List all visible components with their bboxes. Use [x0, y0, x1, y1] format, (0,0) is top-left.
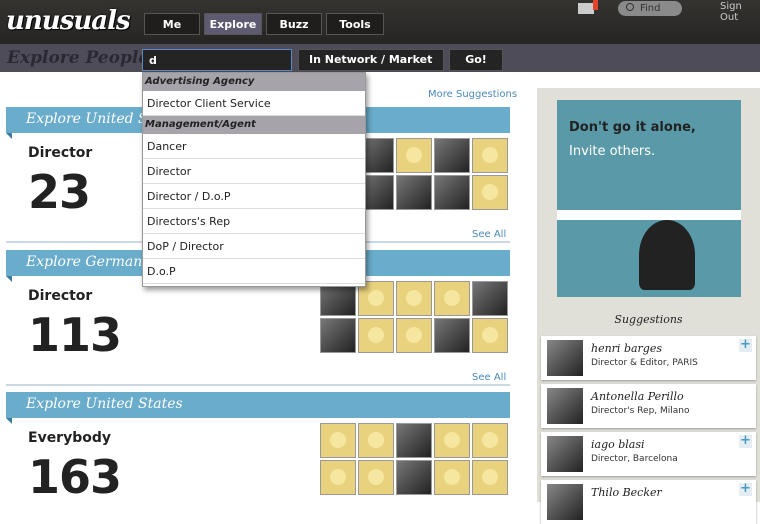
search-icon: [626, 3, 634, 11]
placeholder-avatar[interactable]: [472, 318, 508, 353]
person-photo[interactable]: [434, 318, 470, 353]
placeholder-avatar[interactable]: [320, 460, 356, 495]
placeholder-avatar[interactable]: [472, 460, 508, 495]
suggestion-name[interactable]: Thilo Becker: [591, 486, 662, 499]
section-count[interactable]: 113: [28, 308, 122, 362]
placeholder-avatar[interactable]: [358, 318, 394, 353]
section-count[interactable]: 163: [28, 450, 122, 504]
avatar[interactable]: [547, 388, 583, 424]
more-suggestions-link[interactable]: More Suggestions: [428, 89, 517, 100]
search-input[interactable]: d: [142, 49, 292, 71]
suggestion-card[interactable]: iago blasi Director, Barcelona +: [541, 432, 756, 476]
suggestion-desc: Director's Rep, Milano: [591, 406, 690, 416]
nav-tools[interactable]: Tools: [326, 13, 384, 35]
placeholder-avatar[interactable]: [472, 138, 508, 173]
placeholder-avatar[interactable]: [358, 423, 394, 458]
section-role: Director: [28, 288, 93, 304]
mail-icon[interactable]: [578, 3, 594, 14]
suggestion-desc: Director & Editor, PARIS: [591, 358, 698, 368]
placeholder-avatar[interactable]: [472, 423, 508, 458]
people-grid: [320, 423, 508, 495]
add-contact-button[interactable]: +: [739, 482, 752, 496]
person-photo[interactable]: [320, 318, 356, 353]
avatar[interactable]: [547, 436, 583, 472]
placeholder-avatar[interactable]: [472, 175, 508, 210]
person-photo[interactable]: [434, 138, 470, 173]
dropdown-group-header: Management/Agent: [143, 116, 365, 134]
section-role: Director: [28, 145, 93, 161]
sign-out-link[interactable]: Sign Out: [720, 1, 760, 23]
nav-explore[interactable]: Explore: [204, 13, 262, 35]
see-all-link[interactable]: See All: [472, 372, 506, 383]
add-contact-button[interactable]: +: [739, 434, 752, 448]
go-button[interactable]: Go!: [449, 49, 503, 71]
dropdown-item[interactable]: DoP / Director: [143, 234, 365, 259]
section-role: Everybody: [28, 430, 112, 446]
nav-me[interactable]: Me: [144, 13, 200, 35]
autocomplete-dropdown: Advertising Agency Director Client Servic…: [142, 72, 366, 287]
dropdown-item[interactable]: Directors's Rep: [143, 209, 365, 234]
person-photo[interactable]: [396, 423, 432, 458]
shark-illustration: [639, 220, 695, 290]
placeholder-avatar[interactable]: [320, 423, 356, 458]
dropdown-item[interactable]: Director: [143, 159, 365, 184]
placeholder-avatar[interactable]: [396, 138, 432, 173]
find-input[interactable]: Find: [618, 1, 682, 16]
placeholder-avatar[interactable]: [396, 318, 432, 353]
find-placeholder: Find: [640, 3, 661, 14]
suggestions-title: Suggestions: [614, 313, 683, 326]
suggestion-name[interactable]: henri barges: [591, 342, 662, 355]
person-photo[interactable]: [472, 281, 508, 316]
page-title: Explore People: [7, 48, 150, 68]
placeholder-avatar[interactable]: [434, 423, 470, 458]
placeholder-avatar[interactable]: [358, 460, 394, 495]
placeholder-avatar[interactable]: [434, 460, 470, 495]
see-all-link[interactable]: See All: [472, 229, 506, 240]
suggestion-name[interactable]: iago blasi: [591, 438, 645, 451]
logo[interactable]: unusuals: [6, 6, 131, 36]
person-photo[interactable]: [396, 460, 432, 495]
divider: [6, 384, 510, 386]
banner-line1: Don't go it alone,: [569, 120, 696, 135]
add-contact-button[interactable]: +: [739, 338, 752, 352]
dropdown-group-header: Advertising Agency: [143, 73, 365, 91]
nav-buzz[interactable]: Buzz: [266, 13, 322, 35]
section-header: Explore United States: [6, 392, 510, 424]
person-photo[interactable]: [434, 175, 470, 210]
suggestion-card[interactable]: Thilo Becker +: [541, 480, 756, 524]
banner-line2: Invite others.: [569, 144, 656, 159]
suggestion-card[interactable]: Antonella Perillo Director's Rep, Milano: [541, 384, 756, 428]
dropdown-item[interactable]: Director / D.o.P: [143, 184, 365, 209]
suggestion-name[interactable]: Antonella Perillo: [591, 390, 684, 403]
placeholder-avatar[interactable]: [396, 281, 432, 316]
people-grid: [320, 281, 508, 353]
sidebar: Don't go it alone, Invite others. Sugges…: [537, 88, 760, 524]
avatar[interactable]: [547, 484, 583, 520]
notification-flag-icon: [593, 0, 598, 10]
suggestion-card[interactable]: henri barges Director & Editor, PARIS +: [541, 336, 756, 380]
dropdown-item[interactable]: Dancer: [143, 134, 365, 159]
invite-banner[interactable]: Don't go it alone, Invite others.: [557, 100, 741, 297]
dropdown-item[interactable]: Director Client Service: [143, 91, 365, 116]
suggestion-desc: Director, Barcelona: [591, 454, 678, 464]
avatar[interactable]: [547, 340, 583, 376]
section-count[interactable]: 23: [28, 165, 91, 219]
person-photo[interactable]: [396, 175, 432, 210]
network-select[interactable]: In Network / Market: [298, 49, 444, 71]
dropdown-item[interactable]: D.o.P: [143, 259, 365, 284]
placeholder-avatar[interactable]: [434, 281, 470, 316]
